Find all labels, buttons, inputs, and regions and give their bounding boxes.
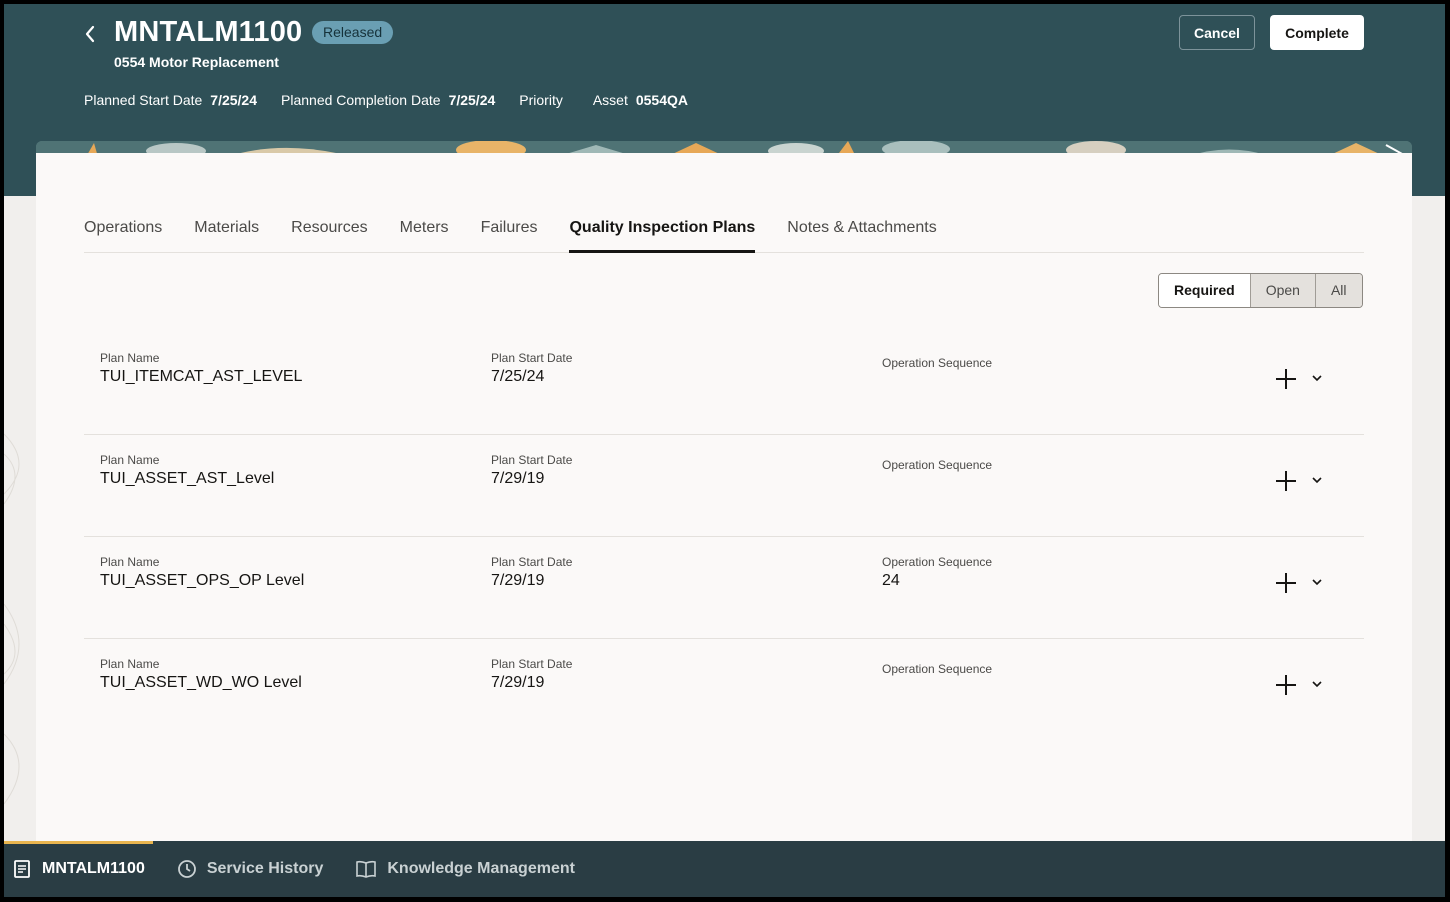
tab-meters[interactable]: Meters <box>400 213 449 253</box>
list-item: Plan Name TUI_ASSET_WD_WO Level Plan Sta… <box>84 639 1364 741</box>
plan-start-cell: Plan Start Date 7/29/19 <box>491 657 572 692</box>
footer-tab-knowledge-management[interactable]: Knowledge Management <box>347 841 583 897</box>
plan-start-cell: Plan Start Date 7/29/19 <box>491 555 572 590</box>
app-frame: MNTALM1100 Released 0554 Motor Replaceme… <box>4 4 1445 897</box>
plan-name-cell: Plan Name TUI_ASSET_OPS_OP Level <box>100 555 304 590</box>
operation-sequence-cell: Operation Sequence <box>882 458 992 475</box>
page-title: MNTALM1100 <box>114 16 303 48</box>
inspection-plan-list: Plan Name TUI_ITEMCAT_AST_LEVEL Plan Sta… <box>84 333 1364 741</box>
bottom-navigation: MNTALM1100 Service History Knowledge Man… <box>4 841 1445 897</box>
plan-name-value: TUI_ASSET_WD_WO Level <box>100 674 302 691</box>
page-subtitle: 0554 Motor Replacement <box>114 54 279 70</box>
tab-failures[interactable]: Failures <box>481 213 538 253</box>
footer-tab-label: Service History <box>206 860 324 877</box>
plan-name-value: TUI_ASSET_AST_Level <box>100 470 275 487</box>
chevron-down-icon[interactable] <box>1310 473 1324 487</box>
plan-name-value: TUI_ITEMCAT_AST_LEVEL <box>100 368 303 385</box>
work-order-meta: Planned Start Date 7/25/24 Planned Compl… <box>84 92 712 108</box>
chevron-left-icon <box>85 25 95 43</box>
footer-tab-work-order[interactable]: MNTALM1100 <box>4 841 153 897</box>
plan-name-cell: Plan Name TUI_ASSET_AST_Level <box>100 453 274 488</box>
tab-bar: Operations Materials Resources Meters Fa… <box>84 213 1364 253</box>
side-decoration <box>4 433 20 805</box>
operation-sequence-label: Operation Sequence <box>882 356 993 370</box>
book-icon <box>356 860 377 878</box>
plan-start-cell: Plan Start Date 7/29/19 <box>491 453 572 488</box>
priority-label: Priority <box>519 92 563 108</box>
filter-all[interactable]: All <box>1314 274 1362 307</box>
chevron-down-icon[interactable] <box>1310 677 1324 691</box>
status-badge: Released <box>312 21 394 44</box>
plan-start-label: Plan Start Date <box>491 453 573 467</box>
operation-sequence-cell: Operation Sequence <box>882 356 992 373</box>
planned-completion-label: Planned Completion Date <box>281 92 441 108</box>
plan-start-value: 7/25/24 <box>491 368 545 385</box>
planned-start-value: 7/25/24 <box>210 92 258 108</box>
plan-name-label: Plan Name <box>100 351 160 365</box>
planned-start-label: Planned Start Date <box>84 92 203 108</box>
plan-name-label: Plan Name <box>100 657 160 671</box>
plan-name-label: Plan Name <box>100 555 160 569</box>
operation-sequence-cell: Operation Sequence 24 <box>882 555 992 590</box>
filter-toggle-group: Required Open All <box>1158 273 1363 308</box>
footer-tab-service-history[interactable]: Service History <box>169 841 332 897</box>
plan-start-value: 7/29/19 <box>491 572 545 589</box>
clock-icon <box>177 860 196 878</box>
content-card: Operations Materials Resources Meters Fa… <box>36 153 1412 853</box>
add-icon[interactable] <box>1274 673 1298 697</box>
plan-start-value: 7/29/19 <box>491 470 545 487</box>
list-item: Plan Name TUI_ASSET_AST_Level Plan Start… <box>84 435 1364 537</box>
filter-required[interactable]: Required <box>1159 274 1250 307</box>
cancel-button[interactable]: Cancel <box>1179 15 1255 50</box>
tab-resources[interactable]: Resources <box>291 213 367 253</box>
add-icon[interactable] <box>1274 469 1298 493</box>
plan-name-cell: Plan Name TUI_ASSET_WD_WO Level <box>100 657 302 692</box>
plan-start-value: 7/29/19 <box>491 674 545 691</box>
footer-tab-label: Knowledge Management <box>387 860 575 877</box>
plan-start-label: Plan Start Date <box>491 555 573 569</box>
plan-start-label: Plan Start Date <box>491 351 573 365</box>
back-button[interactable] <box>80 22 100 46</box>
add-icon[interactable] <box>1274 367 1298 391</box>
plan-name-cell: Plan Name TUI_ITEMCAT_AST_LEVEL <box>100 351 302 386</box>
chevron-down-icon[interactable] <box>1310 371 1324 385</box>
footer-tab-label: MNTALM1100 <box>42 860 145 877</box>
asset-label: Asset <box>592 92 628 108</box>
tab-notes-attachments[interactable]: Notes & Attachments <box>787 213 936 253</box>
plan-start-cell: Plan Start Date 7/25/24 <box>491 351 572 386</box>
plan-name-label: Plan Name <box>100 453 160 467</box>
tab-quality-inspection-plans[interactable]: Quality Inspection Plans <box>569 213 755 253</box>
tab-materials[interactable]: Materials <box>194 213 259 253</box>
complete-button[interactable]: Complete <box>1270 15 1364 50</box>
planned-completion-value: 7/25/24 <box>448 92 496 108</box>
operation-sequence-cell: Operation Sequence <box>882 662 992 679</box>
list-item: Plan Name TUI_ASSET_OPS_OP Level Plan St… <box>84 537 1364 639</box>
plan-name-value: TUI_ASSET_OPS_OP Level <box>100 572 305 589</box>
operation-sequence-label: Operation Sequence <box>882 662 993 676</box>
asset-value: 0554QA <box>635 92 689 108</box>
operation-sequence-value: 24 <box>882 572 900 589</box>
chevron-down-icon[interactable] <box>1310 575 1324 589</box>
plan-start-label: Plan Start Date <box>491 657 573 671</box>
document-icon <box>14 860 30 878</box>
list-item: Plan Name TUI_ITEMCAT_AST_LEVEL Plan Sta… <box>84 333 1364 435</box>
tab-operations[interactable]: Operations <box>84 213 162 253</box>
add-icon[interactable] <box>1274 571 1298 595</box>
filter-open[interactable]: Open <box>1249 274 1315 307</box>
operation-sequence-label: Operation Sequence <box>882 458 993 472</box>
operation-sequence-label: Operation Sequence <box>882 555 993 569</box>
